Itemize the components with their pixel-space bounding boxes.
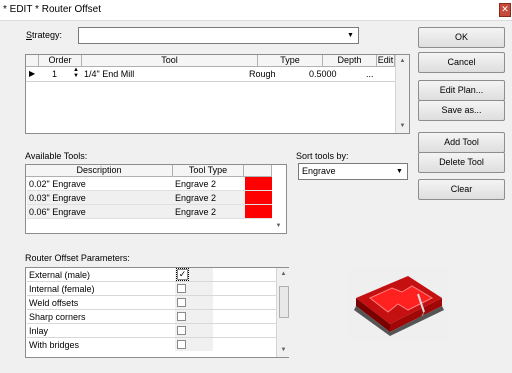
column-header-order[interactable]: Order (39, 55, 82, 67)
column-header-tool[interactable]: Tool (82, 55, 258, 67)
parameter-row-with-bridges[interactable]: With bridges (27, 338, 276, 352)
tool-description: 0.06" Engrave (29, 207, 86, 217)
strategy-label: Strategy: (26, 30, 63, 40)
edit-plan-button[interactable]: Edit Plan... (418, 80, 505, 101)
strategy-combo[interactable]: ▼ (78, 27, 359, 44)
tool-table[interactable]: Order Tool Type Depth Edit ▶ 1 ▲ ▼ 1/4" E… (25, 54, 410, 134)
table-row[interactable]: 0.06" Engrave Engrave 2 (27, 205, 272, 219)
scroll-down-icon[interactable]: ▼ (277, 344, 290, 357)
parameter-label: Weld offsets (29, 298, 79, 308)
column-header-type[interactable]: Type (258, 55, 323, 67)
parameters-list[interactable]: External (male) ✓ Internal (female) Weld… (25, 267, 290, 358)
scroll-thumb[interactable] (279, 286, 289, 318)
table-row[interactable]: ▶ 1 ▲ ▼ 1/4" End Mill Rough 0.5000 ... (26, 67, 395, 82)
spinner-icon[interactable]: ▲ ▼ (73, 67, 79, 79)
router-offset-preview-image (348, 268, 448, 340)
column-header-depth[interactable]: Depth (323, 55, 377, 67)
parameter-row-inlay[interactable]: Inlay (27, 324, 276, 338)
column-header-edit[interactable]: Edit (377, 55, 395, 67)
title-bar: * EDIT * Router Offset ✕ (0, 0, 512, 21)
tool-color-swatch[interactable] (245, 191, 272, 204)
clear-button[interactable]: Clear (418, 179, 505, 200)
tool-value[interactable]: 1/4" End Mill (84, 68, 134, 80)
parameter-label: Internal (female) (29, 284, 95, 294)
parameters-scrollbar[interactable]: ▲ ▼ (276, 268, 290, 357)
column-header-color[interactable] (244, 165, 272, 177)
internal-checkbox[interactable] (177, 284, 186, 293)
parameters-label: Router Offset Parameters: (25, 253, 130, 263)
with-bridges-checkbox[interactable] (177, 340, 186, 349)
sort-tools-label: Sort tools by: (296, 151, 349, 161)
parameter-label: With bridges (29, 340, 80, 350)
external-checkbox[interactable]: ✓ (176, 268, 189, 281)
column-header-tool-type[interactable]: Tool Type (173, 165, 244, 177)
order-value[interactable]: 1 (52, 68, 57, 80)
save-as-button[interactable]: Save as... (418, 100, 505, 121)
tool-type: Engrave 2 (175, 179, 217, 189)
parameter-row-sharp-corners[interactable]: Sharp corners (27, 310, 276, 324)
parameter-row-internal[interactable]: Internal (female) (27, 282, 276, 296)
chevron-down-icon[interactable]: ▼ (393, 165, 406, 178)
delete-tool-button[interactable]: Delete Tool (418, 152, 505, 173)
tool-table-scrollbar[interactable]: ▲ ▼ (395, 55, 409, 133)
tool-color-swatch[interactable] (245, 177, 272, 190)
close-icon[interactable]: ✕ (499, 3, 511, 17)
tool-description: 0.03" Engrave (29, 193, 86, 203)
tool-color-swatch[interactable] (245, 205, 272, 218)
parameter-label: Sharp corners (29, 312, 86, 322)
table-row[interactable]: 0.03" Engrave Engrave 2 (27, 191, 272, 205)
available-tools-scrollbar[interactable]: ▼ (272, 165, 286, 233)
inlay-checkbox[interactable] (177, 326, 186, 335)
window-title: * EDIT * Router Offset (3, 4, 102, 15)
sort-value: Engrave (302, 166, 336, 176)
row-pointer-icon: ▶ (29, 69, 36, 78)
parameter-row-weld-offsets[interactable]: Weld offsets (27, 296, 276, 310)
available-tools-label: Available Tools: (25, 151, 88, 161)
column-header-description[interactable]: Description (26, 165, 173, 177)
table-row[interactable]: 0.02" Engrave Engrave 2 (27, 177, 272, 191)
tool-type: Engrave 2 (175, 207, 217, 217)
parameter-row-external[interactable]: External (male) ✓ (27, 268, 276, 282)
type-value[interactable]: Rough (249, 68, 276, 80)
depth-value[interactable]: 0.5000 (309, 68, 337, 80)
scroll-up-icon[interactable]: ▲ (277, 268, 290, 281)
add-tool-button[interactable]: Add Tool (418, 132, 505, 153)
weld-offsets-checkbox[interactable] (177, 298, 186, 307)
chevron-down-icon[interactable]: ▼ (344, 29, 357, 42)
edit-ellipsis[interactable]: ... (366, 68, 374, 80)
scroll-up-icon[interactable]: ▲ (396, 55, 409, 68)
parameter-label: Inlay (29, 326, 49, 336)
tool-description: 0.02" Engrave (29, 179, 86, 189)
sort-tools-combo[interactable]: Engrave ▼ (298, 163, 408, 180)
available-tools-table[interactable]: Description Tool Type 0.02" Engrave Engr… (25, 164, 287, 234)
tool-type: Engrave 2 (175, 193, 217, 203)
cancel-button[interactable]: Cancel (418, 52, 505, 73)
parameter-label: External (male) (29, 270, 91, 280)
scroll-down-icon[interactable]: ▼ (396, 120, 409, 133)
ok-button[interactable]: OK (418, 27, 505, 48)
scroll-down-icon[interactable]: ▼ (272, 220, 285, 233)
sharp-corners-checkbox[interactable] (177, 312, 186, 321)
